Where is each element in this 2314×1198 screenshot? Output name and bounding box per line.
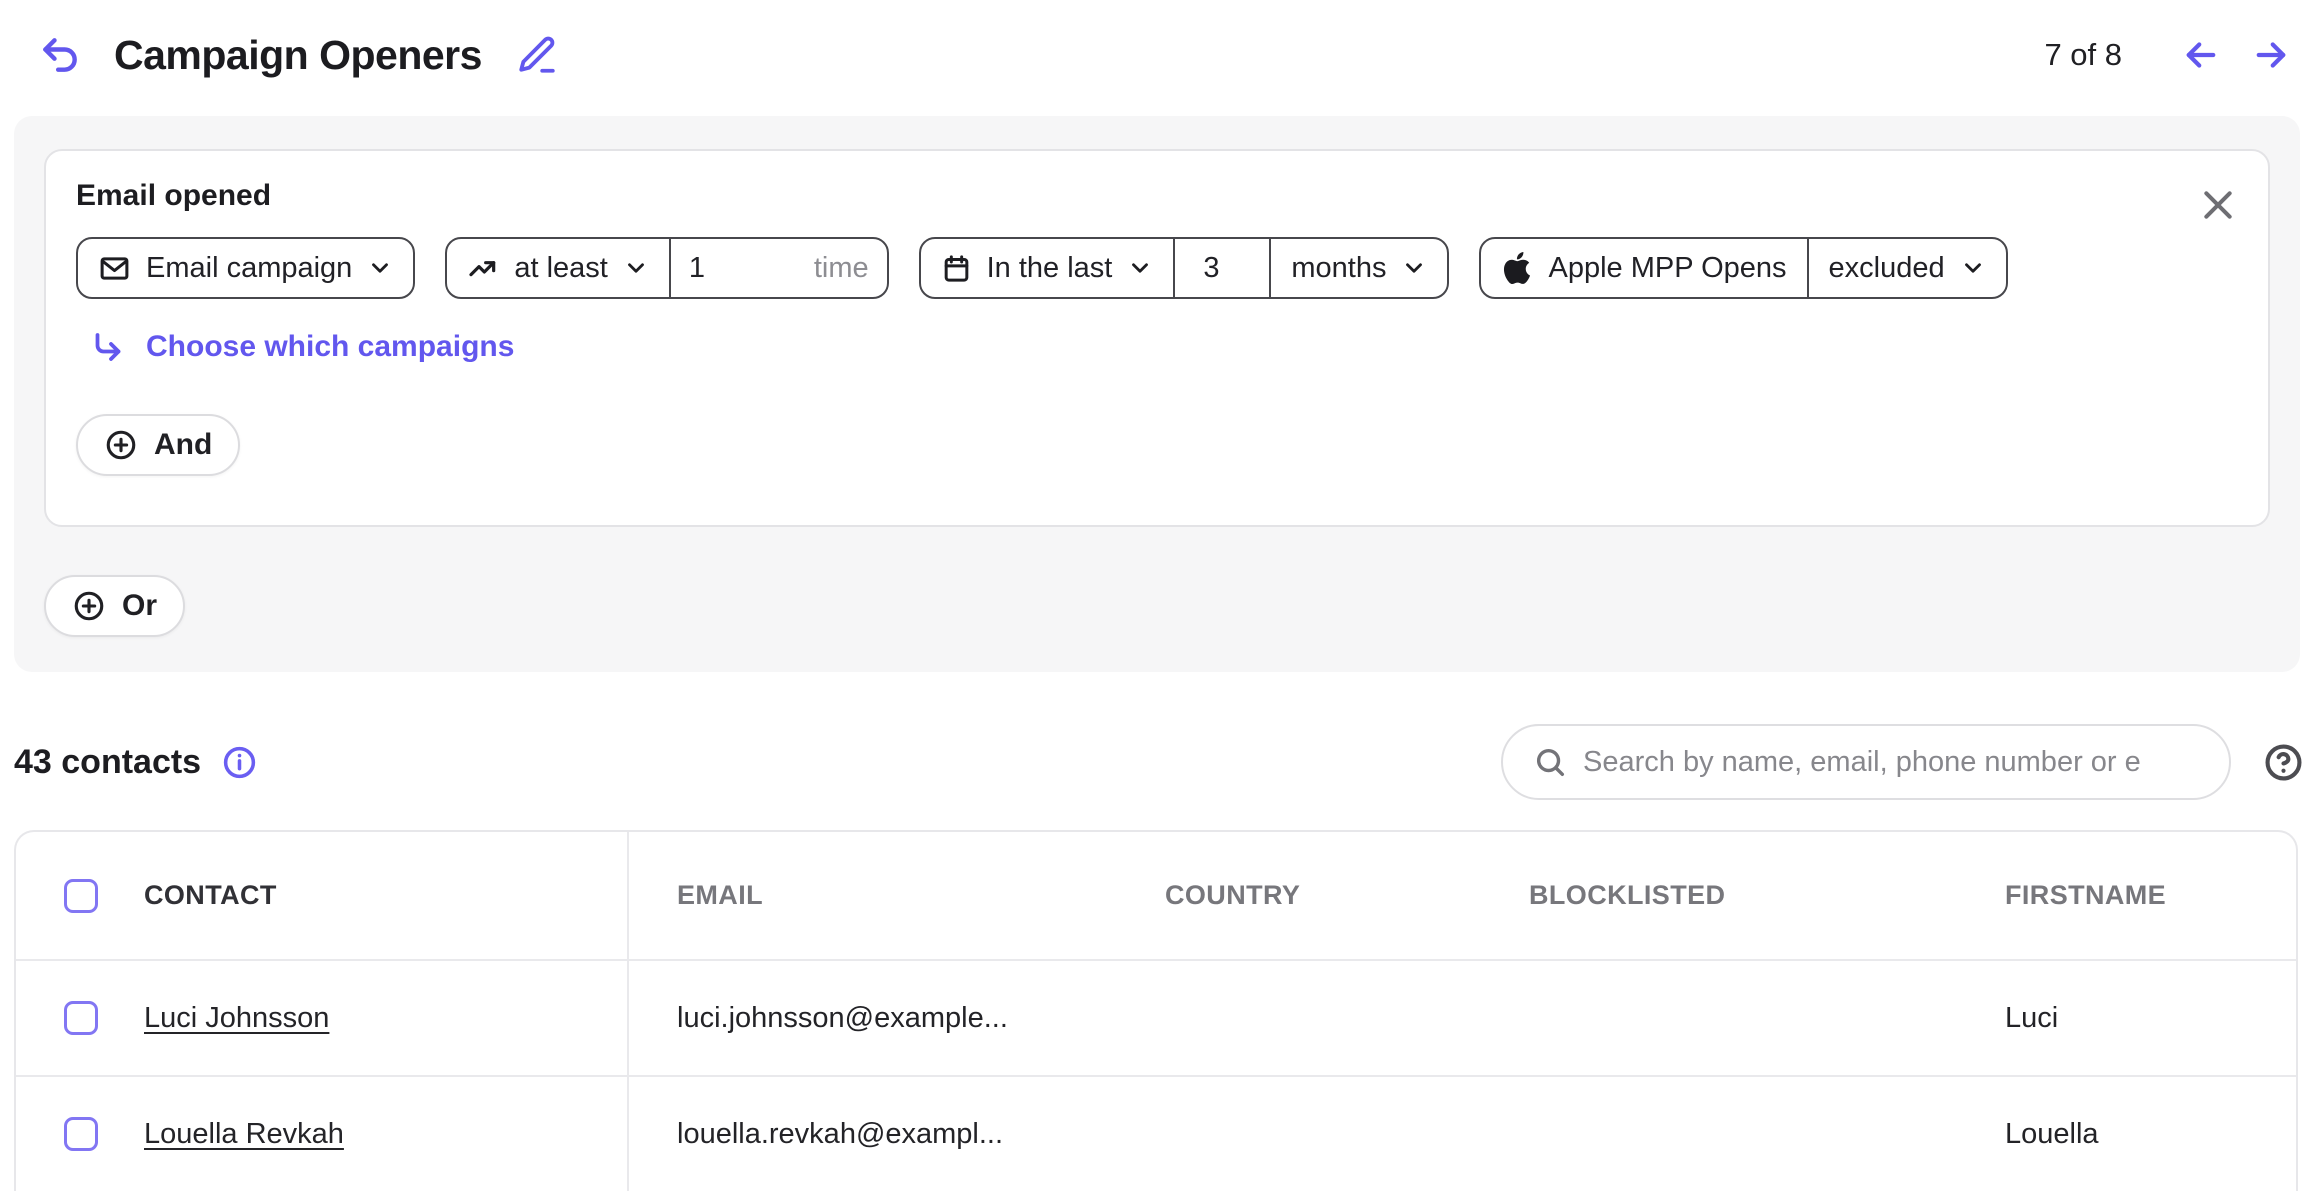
column-header-email: EMAIL: [629, 880, 1117, 911]
column-header-country: COUNTRY: [1117, 880, 1481, 911]
search-input[interactable]: [1583, 746, 2217, 779]
mpp-mode-label: excluded: [1829, 252, 1945, 285]
table-header-row: CONTACT EMAIL COUNTRY BLOCKLISTED FIRSTN…: [16, 832, 2296, 959]
search-icon: [1533, 745, 1567, 779]
and-button[interactable]: And: [76, 414, 240, 476]
chevron-down-icon: [1127, 255, 1153, 281]
row-checkbox[interactable]: [64, 1117, 98, 1151]
remove-condition-button[interactable]: [2198, 185, 2238, 225]
chevron-down-icon: [1960, 255, 1986, 281]
operator-dropdown[interactable]: at least: [447, 239, 669, 297]
email-cell: luci.johnsson@example...: [629, 1002, 1117, 1035]
condition-row: Email campaign at least: [76, 237, 2238, 299]
contacts-count-label: 43 contacts: [14, 743, 201, 782]
pagination-label: 7 of 8: [2044, 37, 2122, 73]
count-suffix-label: time: [814, 252, 869, 285]
choose-campaigns-label: Choose which campaigns: [146, 330, 514, 364]
timeframe-value-input[interactable]: [1193, 252, 1251, 285]
chevron-down-icon: [367, 255, 393, 281]
apple-mpp-label: Apple MPP Opens: [1548, 252, 1786, 285]
contacts-search: [1501, 724, 2231, 800]
info-icon[interactable]: [221, 744, 258, 781]
timeframe-value-segment: [1175, 239, 1269, 297]
or-button[interactable]: Or: [44, 575, 185, 637]
calendar-icon: [941, 253, 972, 284]
timeframe-dropdown[interactable]: In the last: [921, 239, 1174, 297]
arrow-right-icon: [2250, 34, 2292, 76]
corner-down-right-icon: [90, 329, 126, 365]
undo-arrow-icon: [38, 33, 82, 77]
page-title: Campaign Openers: [114, 32, 482, 79]
edit-name-button[interactable]: [516, 34, 558, 76]
top-bar: Campaign Openers 7 of 8: [0, 0, 2314, 110]
or-button-label: Or: [122, 589, 157, 623]
firstname-cell: Louella: [1957, 1118, 2296, 1151]
back-button[interactable]: [38, 33, 82, 77]
email-cell: louella.revkah@exampl...: [629, 1118, 1117, 1151]
contact-cell: Louella Revkah: [16, 1077, 629, 1191]
frequency-control: at least time: [445, 237, 888, 299]
timeframe-label: In the last: [987, 252, 1113, 285]
plus-circle-icon: [104, 428, 138, 462]
timeframe-unit-dropdown[interactable]: months: [1271, 239, 1447, 297]
chevron-down-icon: [1401, 255, 1427, 281]
condition-type-dropdown[interactable]: Email campaign: [78, 239, 413, 297]
envelope-icon: [98, 252, 131, 285]
mpp-mode-dropdown[interactable]: excluded: [1809, 239, 2006, 297]
column-header-firstname: FIRSTNAME: [1957, 880, 2296, 911]
close-icon: [2198, 185, 2238, 225]
segment-conditions-panel: Email opened Email campaign: [14, 116, 2300, 672]
filter-group-title: Email opened: [76, 179, 2238, 213]
apple-mpp-segment: Apple MPP Opens: [1481, 239, 1806, 297]
apple-icon: [1501, 252, 1533, 284]
chevron-down-icon: [623, 255, 649, 281]
timeframe-unit-label: months: [1291, 252, 1386, 285]
filter-group-card: Email opened Email campaign: [44, 149, 2270, 527]
contact-name-link[interactable]: Louella Revkah: [144, 1118, 344, 1151]
help-icon: [2261, 740, 2306, 785]
arrow-left-icon: [2180, 34, 2222, 76]
count-input[interactable]: [689, 252, 799, 285]
prev-page-button[interactable]: [2180, 34, 2222, 76]
row-checkbox[interactable]: [64, 1001, 98, 1035]
choose-campaigns-link[interactable]: Choose which campaigns: [90, 329, 514, 365]
select-all-checkbox[interactable]: [64, 879, 98, 913]
operator-label: at least: [514, 252, 608, 285]
timeframe-control: In the last months: [919, 237, 1450, 299]
table-row: Luci Johnsson luci.johnsson@example... L…: [16, 959, 2296, 1075]
column-header-blocklisted: BLOCKLISTED: [1481, 880, 1957, 911]
header-contact-cell: CONTACT: [16, 832, 629, 959]
condition-type-control: Email campaign: [76, 237, 415, 299]
contacts-toolbar: 43 contacts: [0, 724, 2314, 800]
pencil-icon: [516, 34, 558, 76]
condition-type-label: Email campaign: [146, 252, 352, 285]
contact-cell: Luci Johnsson: [16, 961, 629, 1075]
table-row: Louella Revkah louella.revkah@exampl... …: [16, 1075, 2296, 1191]
plus-circle-icon: [72, 589, 106, 623]
and-button-label: And: [154, 428, 212, 462]
next-page-button[interactable]: [2250, 34, 2292, 76]
firstname-cell: Luci: [1957, 1002, 2296, 1035]
contact-name-link[interactable]: Luci Johnsson: [144, 1002, 329, 1035]
contacts-table: CONTACT EMAIL COUNTRY BLOCKLISTED FIRSTN…: [14, 830, 2298, 1191]
column-header-contact: CONTACT: [144, 880, 277, 911]
apple-mpp-control: Apple MPP Opens excluded: [1479, 237, 2007, 299]
help-button[interactable]: [2261, 740, 2306, 785]
trending-up-icon: [467, 252, 499, 284]
contacts-count: 43 contacts: [14, 743, 258, 782]
count-segment: time: [671, 239, 887, 297]
